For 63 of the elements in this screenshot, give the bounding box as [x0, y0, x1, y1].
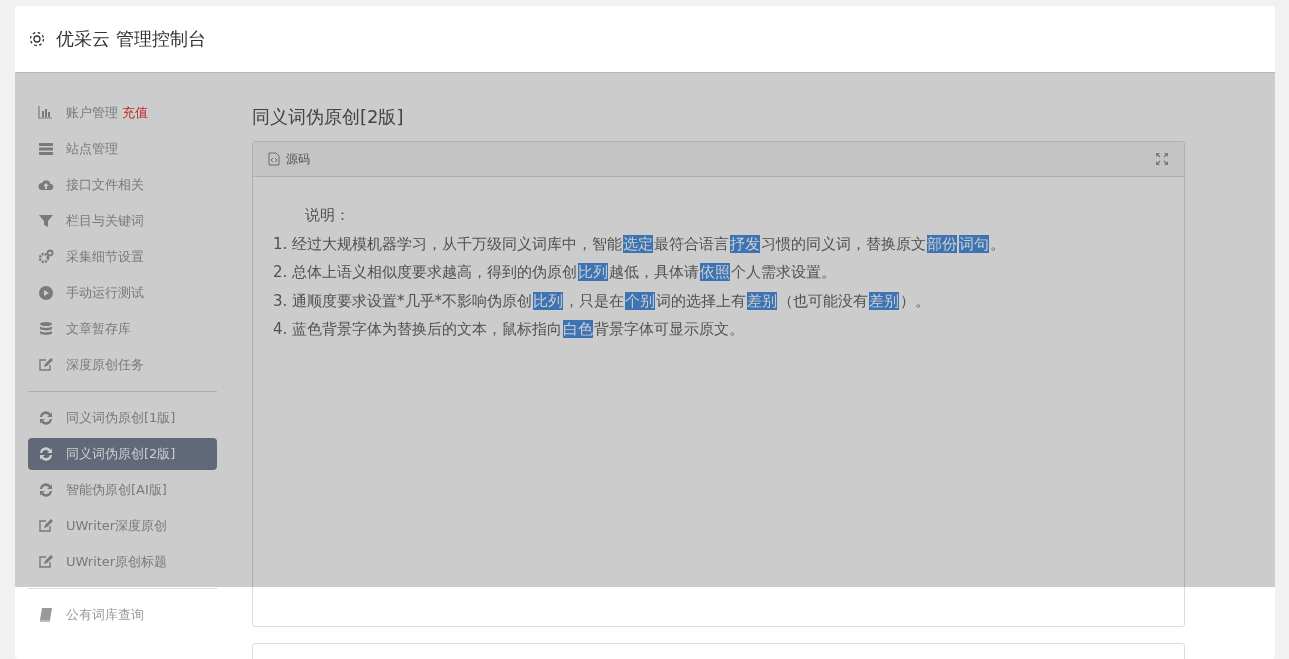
body-text: ）。: [900, 291, 931, 310]
body-text: 最符合语言: [654, 234, 730, 253]
replaced-word: 比列: [533, 291, 564, 310]
replaced-word: 选定: [623, 234, 654, 253]
body-text: 习惯的同义词，替换原文: [761, 234, 927, 253]
filter-icon: [38, 213, 54, 229]
body-text: ，只是在: [564, 291, 625, 310]
body-text: 背景字体可显示原文。: [594, 320, 745, 338]
sidebar-item[interactable]: 文章暂存库: [28, 313, 217, 345]
database-icon: [38, 321, 54, 337]
body-text: 个人需求设置。: [731, 263, 837, 281]
list-number: 4.: [273, 320, 288, 338]
refresh-icon: [38, 446, 54, 462]
replaced-word: 部份: [927, 234, 958, 253]
sidebar-item[interactable]: 同义词伪原创[2版]: [28, 438, 217, 470]
sidebar-item[interactable]: 智能伪原创[AI版]: [28, 474, 217, 506]
sidebar-item[interactable]: 站点管理: [28, 133, 217, 165]
replaced-word: 差别: [869, 291, 900, 310]
list-number: 1.: [273, 234, 288, 253]
cloud-upload-icon: [38, 177, 54, 193]
source-button[interactable]: 源码: [286, 150, 310, 168]
replaced-word: 词句: [959, 234, 990, 253]
body-text: 经过大规模机器学习，从千万级同义词库中，智能: [292, 234, 623, 253]
app-title: 优采云 管理控制台: [56, 27, 206, 51]
body-text: 通顺度要求设置*几乎*不影响伪原创: [292, 291, 533, 310]
book-icon: [38, 607, 54, 623]
sidebar-item[interactable]: 手动运行测试: [28, 277, 217, 309]
page-title: 同义词伪原创[2版]: [252, 105, 405, 129]
sidebar-item[interactable]: 采集细节设置: [28, 241, 217, 273]
list-number: 3.: [273, 291, 288, 310]
replaced-word: 抒发: [730, 234, 761, 253]
body-text: 蓝色背景字体为替换后的文本，鼠标指向: [292, 320, 563, 338]
sidebar-item[interactable]: 同义词伪原创[1版]: [28, 402, 217, 434]
refresh-icon: [38, 410, 54, 426]
replaced-word: 比列: [578, 263, 609, 281]
body-text: 。: [990, 234, 1006, 253]
heading-text: 说明：: [304, 205, 351, 226]
replaced-word: 白色: [563, 320, 594, 338]
bar-chart-icon: [38, 105, 54, 121]
refresh-icon: [38, 482, 54, 498]
sidebar-item[interactable]: UWriter原创标题: [28, 546, 217, 578]
sidebar-item[interactable]: 深度原创任务: [28, 349, 217, 381]
list-number: 2.: [273, 263, 288, 281]
body-text: （也可能没有: [778, 291, 869, 310]
sidebar-item[interactable]: 公有词库查询: [28, 599, 217, 631]
edit-icon: [38, 518, 54, 534]
sidebar-item[interactable]: 账户管理 充值: [28, 97, 217, 129]
sidebar-item[interactable]: 接口文件相关: [28, 169, 217, 201]
edit-icon: [38, 554, 54, 570]
body-text: 越低，具体请: [609, 263, 700, 281]
code-file-icon[interactable]: [268, 152, 280, 166]
play-icon: [38, 285, 54, 301]
server-icon: [38, 141, 54, 157]
body-text: 词的选择上有: [656, 291, 747, 310]
body-text: 总体上语义相似度要求越高，得到的伪原创: [292, 263, 578, 281]
replaced-word: 差别: [747, 291, 778, 310]
sidebar-item[interactable]: UWriter深度原创: [28, 510, 217, 542]
replaced-word: 个别: [625, 291, 656, 310]
replaced-word: 依照: [700, 263, 731, 281]
sidebar-item[interactable]: 栏目与关键词: [28, 205, 217, 237]
edit-icon: [38, 357, 54, 373]
settings-icon: [28, 30, 46, 48]
fullscreen-icon[interactable]: [1155, 152, 1169, 166]
